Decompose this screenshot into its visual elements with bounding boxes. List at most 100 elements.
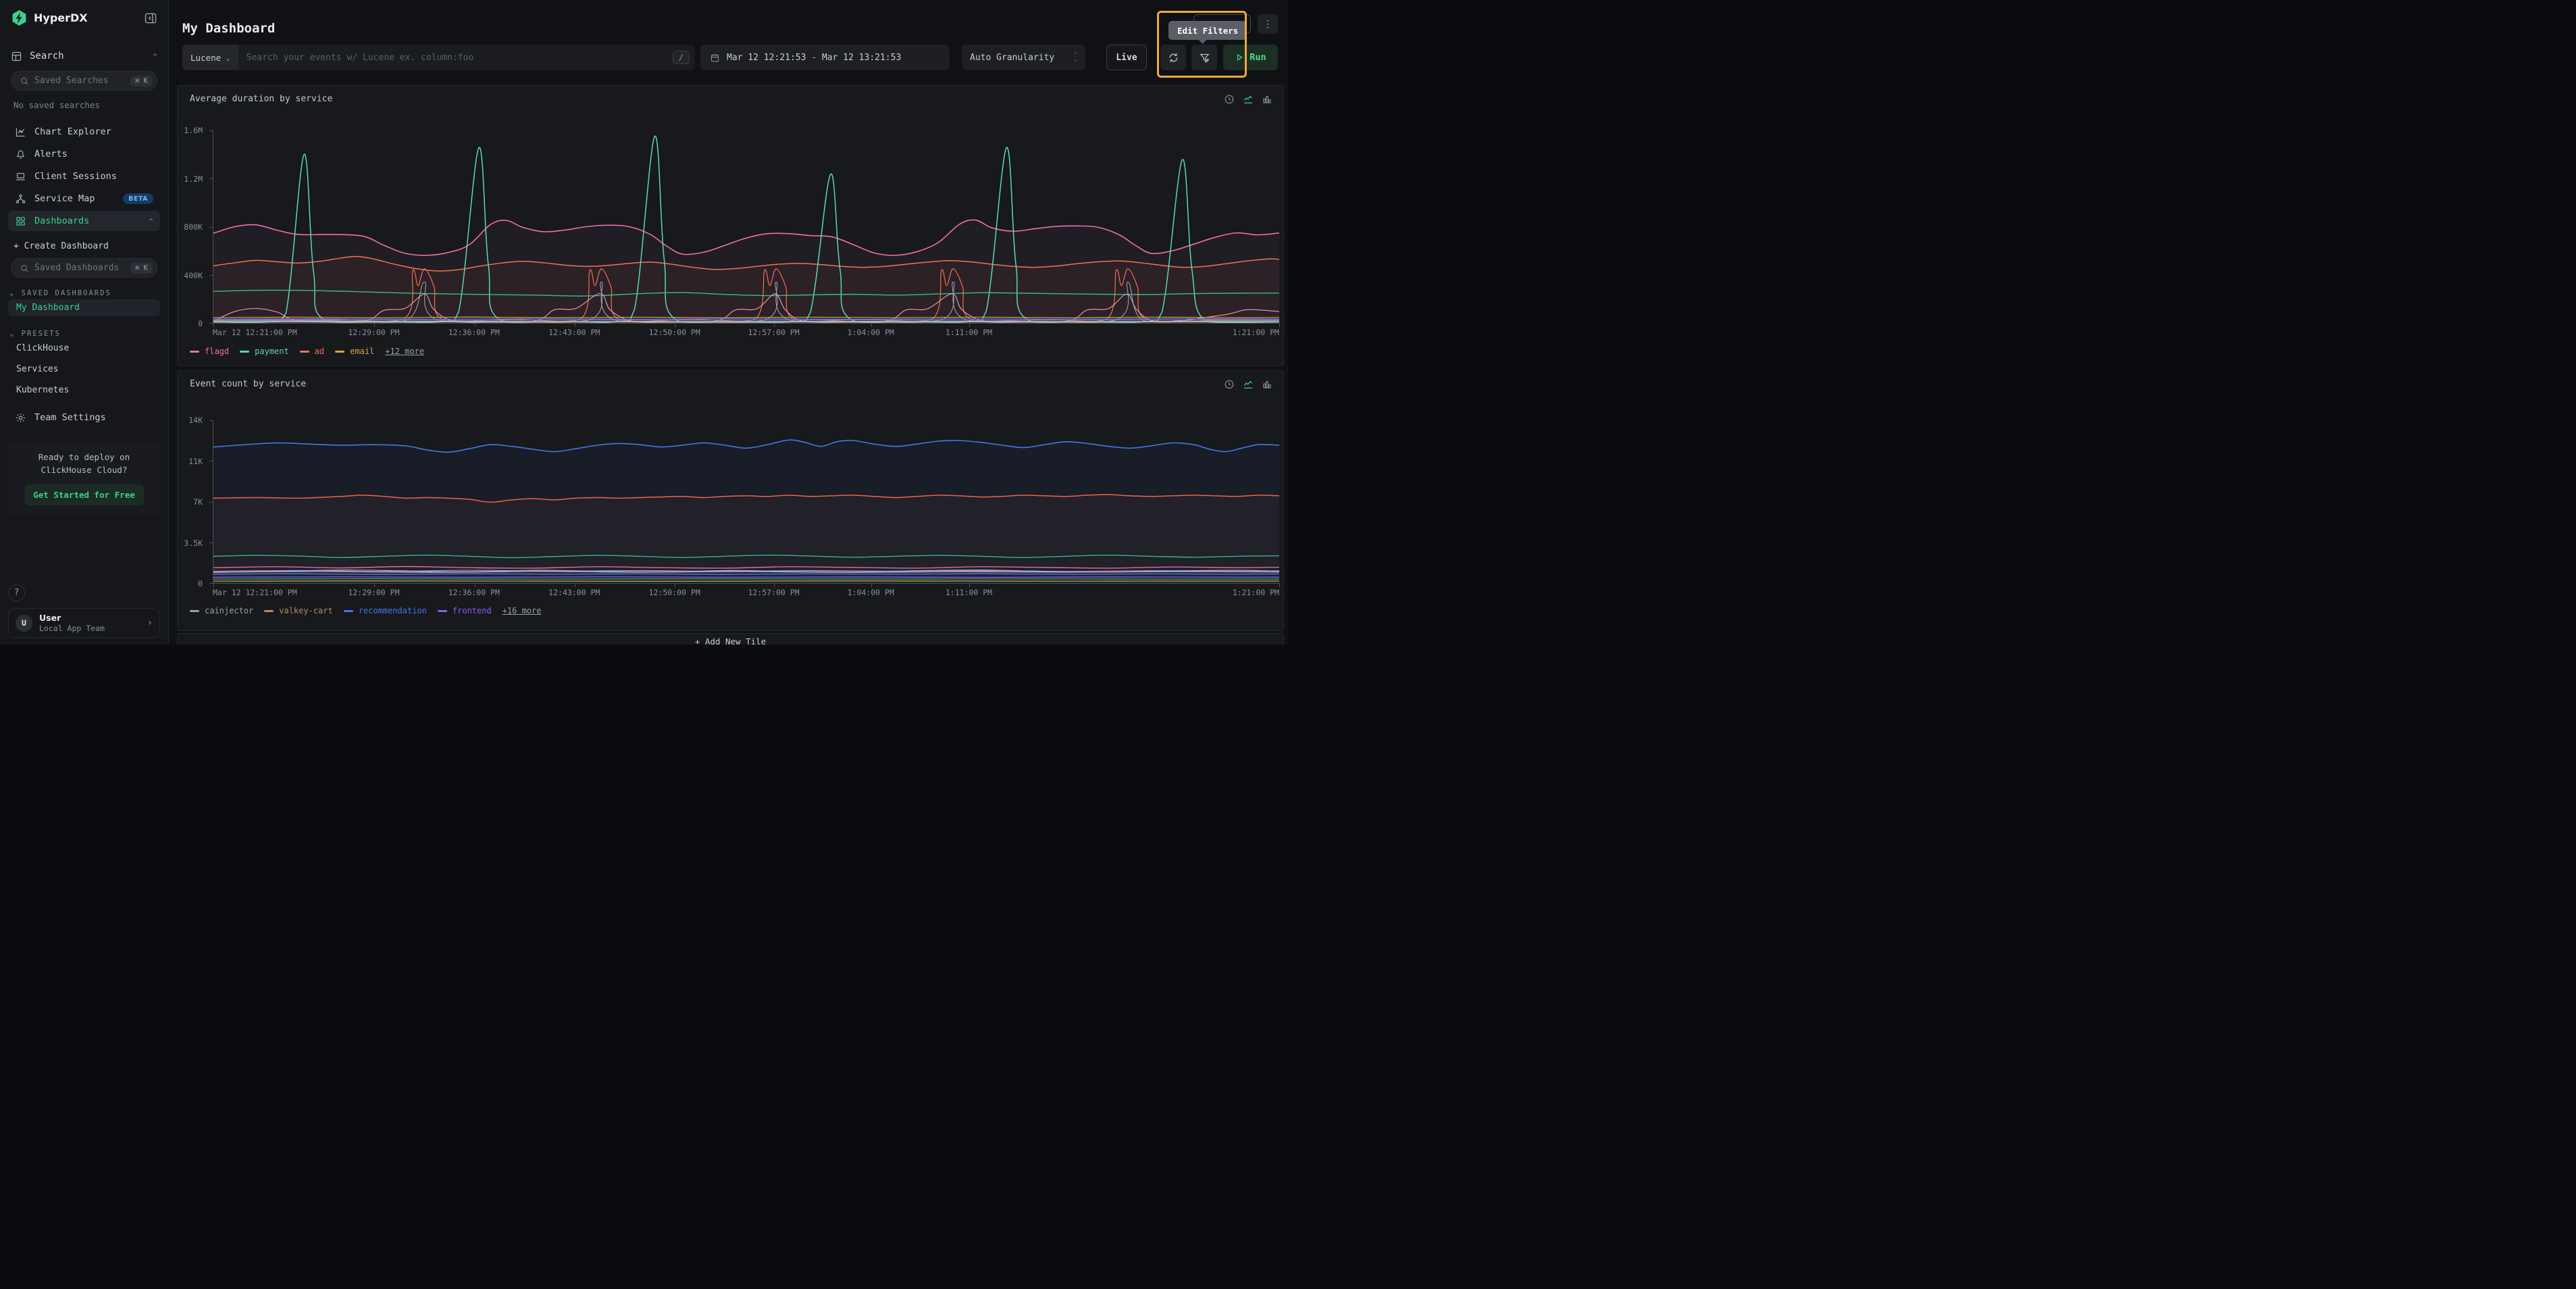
plot-area[interactable] (213, 420, 1279, 584)
y-tick-mark (209, 227, 213, 228)
cloud-cta-text: Ready to deploy on ClickHouse Cloud? (15, 451, 153, 477)
search-section-label: Search (30, 51, 145, 61)
user-meta: User Local App Team (39, 613, 140, 633)
chart-title: Average duration by service (190, 94, 332, 104)
chart-toolbar (1224, 94, 1272, 105)
x-tick-label: 1:21:00 PM (1233, 328, 1279, 337)
user-card[interactable]: U User Local App Team › (8, 608, 160, 638)
legend-item[interactable]: valkey-cart (264, 606, 332, 615)
sidebar-collapse-icon[interactable] (144, 11, 157, 25)
presets-group-header[interactable]: ⌄ PRESETS (0, 329, 168, 338)
x-tick-label: 12:57:00 PM (748, 328, 799, 337)
x-tick-label: 12:43:00 PM (548, 588, 600, 597)
preset-clickhouse[interactable]: ClickHouse (8, 340, 160, 357)
sidebar-item-service-map[interactable]: Service Map BETA (8, 188, 160, 209)
y-tick-mark (209, 178, 213, 179)
x-tick-label: Mar 12 12:21:00 PM (213, 588, 297, 597)
legend-item[interactable]: recommendation (344, 606, 427, 615)
create-dashboard-button[interactable]: + Create Dashboard (0, 233, 168, 251)
legend-more-link[interactable]: +16 more (503, 606, 542, 615)
granularity-select[interactable]: Auto Granularity ⌃⌄ (962, 45, 1085, 70)
sidebar-section-search[interactable]: Search ⌃ (0, 48, 168, 64)
refresh-button[interactable] (1160, 45, 1186, 70)
chart-explorer-icon (15, 126, 26, 138)
legend-item[interactable]: frontend (438, 606, 492, 615)
legend-label: frontend (453, 606, 492, 615)
chevron-down-icon: ⌄ (226, 53, 230, 62)
x-tick-label: 12:29:00 PM (348, 588, 399, 597)
edit-filters-button[interactable] (1191, 45, 1217, 70)
edit-filters-tooltip: Edit Filters (1168, 21, 1247, 40)
chart-toolbar (1224, 379, 1272, 390)
saved-searches-input[interactable]: Saved Searches ⌘ K (11, 71, 157, 91)
legend-swatch (335, 351, 344, 353)
legend-item[interactable]: email (335, 347, 374, 356)
y-tick-label: 0 (198, 319, 203, 328)
sidebar-item-chart-explorer[interactable]: Chart Explorer (8, 122, 160, 142)
chevron-down-icon: ⌄ (9, 288, 16, 297)
legend-item[interactable]: cainjector (190, 606, 253, 615)
bar-chart-icon[interactable] (1262, 379, 1272, 390)
plot-area[interactable] (213, 130, 1279, 324)
sidebar-item-alerts[interactable]: Alerts (8, 144, 160, 164)
line-chart-icon[interactable] (1243, 379, 1254, 390)
preset-services[interactable]: Services (8, 361, 160, 378)
legend-item[interactable]: ad (300, 347, 324, 356)
y-tick-mark (209, 275, 213, 276)
chart-legend: cainjector valkey-cart recommendation front… (190, 606, 541, 615)
sidebar-item-label: Chart Explorer (34, 126, 153, 137)
sidebar-item-label: Client Sessions (34, 171, 153, 182)
preset-kubernetes[interactable]: Kubernetes (8, 382, 160, 399)
run-button[interactable]: Run (1223, 45, 1278, 70)
legend-item[interactable]: payment (240, 347, 289, 356)
group-label: PRESETS (22, 330, 61, 338)
x-tick-label: 12:50:00 PM (649, 328, 700, 337)
legend-swatch (300, 351, 309, 353)
query-language-dropdown[interactable]: Lucene ⌄ (182, 45, 238, 70)
search-section-icon (11, 51, 22, 62)
legend-swatch (190, 610, 199, 612)
chart-panel-event-count: Event count by service 14K11K7K3.5K0 Mar… (177, 370, 1284, 631)
saved-dashboard-my-dashboard[interactable]: My Dashboard (8, 299, 160, 316)
dashboard-menu-button[interactable]: ⋮ (1258, 14, 1278, 34)
sidebar-item-client-sessions[interactable]: Client Sessions (8, 166, 160, 186)
legend-item[interactable]: flagd (190, 347, 229, 356)
app-root: HyperDX Search ⌃ Saved Searches ⌘ K No s… (0, 0, 1288, 644)
y-tick-label: 400K (184, 271, 203, 280)
legend-more-link[interactable]: +12 more (385, 347, 424, 356)
saved-dashboards-group-header[interactable]: ⌄ SAVED DASHBOARDS (0, 288, 168, 297)
add-new-tile-button[interactable]: + Add New Tile (177, 633, 1284, 644)
saved-dashboards-input[interactable]: Saved Dashboards ⌘ K (11, 258, 157, 278)
team-settings-button[interactable]: Team Settings (8, 407, 160, 428)
chevron-right-icon: › (147, 617, 153, 628)
clock-icon[interactable] (1224, 94, 1235, 105)
search-icon (20, 263, 29, 273)
legend-label: ad (315, 347, 324, 356)
bar-chart-icon[interactable] (1262, 94, 1272, 105)
clock-icon[interactable] (1224, 379, 1235, 390)
legend-swatch (264, 610, 274, 612)
refresh-icon (1168, 52, 1179, 64)
y-tick-label: 1.2M (184, 174, 203, 184)
legend-swatch (344, 610, 353, 612)
page-title: My Dashboard (182, 21, 275, 36)
x-tick-mark (374, 583, 375, 587)
live-button[interactable]: Live (1106, 45, 1147, 70)
y-axis-labels: 1.6M1.2M800K400K0 (178, 130, 209, 324)
query-input[interactable]: Search your events w/ Lucene ex. column:… (238, 45, 673, 70)
sidebar-item-dashboards[interactable]: Dashboards ⌃ (8, 211, 160, 231)
cmd-k-shortcut: ⌘ K (130, 76, 153, 86)
get-started-button[interactable]: Get Started for Free (25, 484, 144, 505)
legend-label: payment (255, 347, 289, 356)
x-tick-label: 12:36:00 PM (448, 328, 500, 337)
x-tick-mark (374, 323, 375, 327)
x-axis-labels: Mar 12 12:21:00 PM12:29:00 PM12:36:00 PM… (213, 328, 1279, 337)
line-chart-icon[interactable] (1243, 94, 1254, 105)
help-button[interactable]: ? (8, 584, 25, 601)
search-icon (20, 76, 29, 86)
sidebar-nav: Chart Explorer Alerts Client Sessions Se… (0, 120, 168, 233)
x-tick-mark (213, 323, 214, 327)
date-range-picker[interactable]: Mar 12 12:21:53 - Mar 12 13:21:53 (700, 45, 950, 70)
slash-shortcut-key: / (673, 51, 690, 64)
legend-label: valkey-cart (279, 606, 332, 615)
